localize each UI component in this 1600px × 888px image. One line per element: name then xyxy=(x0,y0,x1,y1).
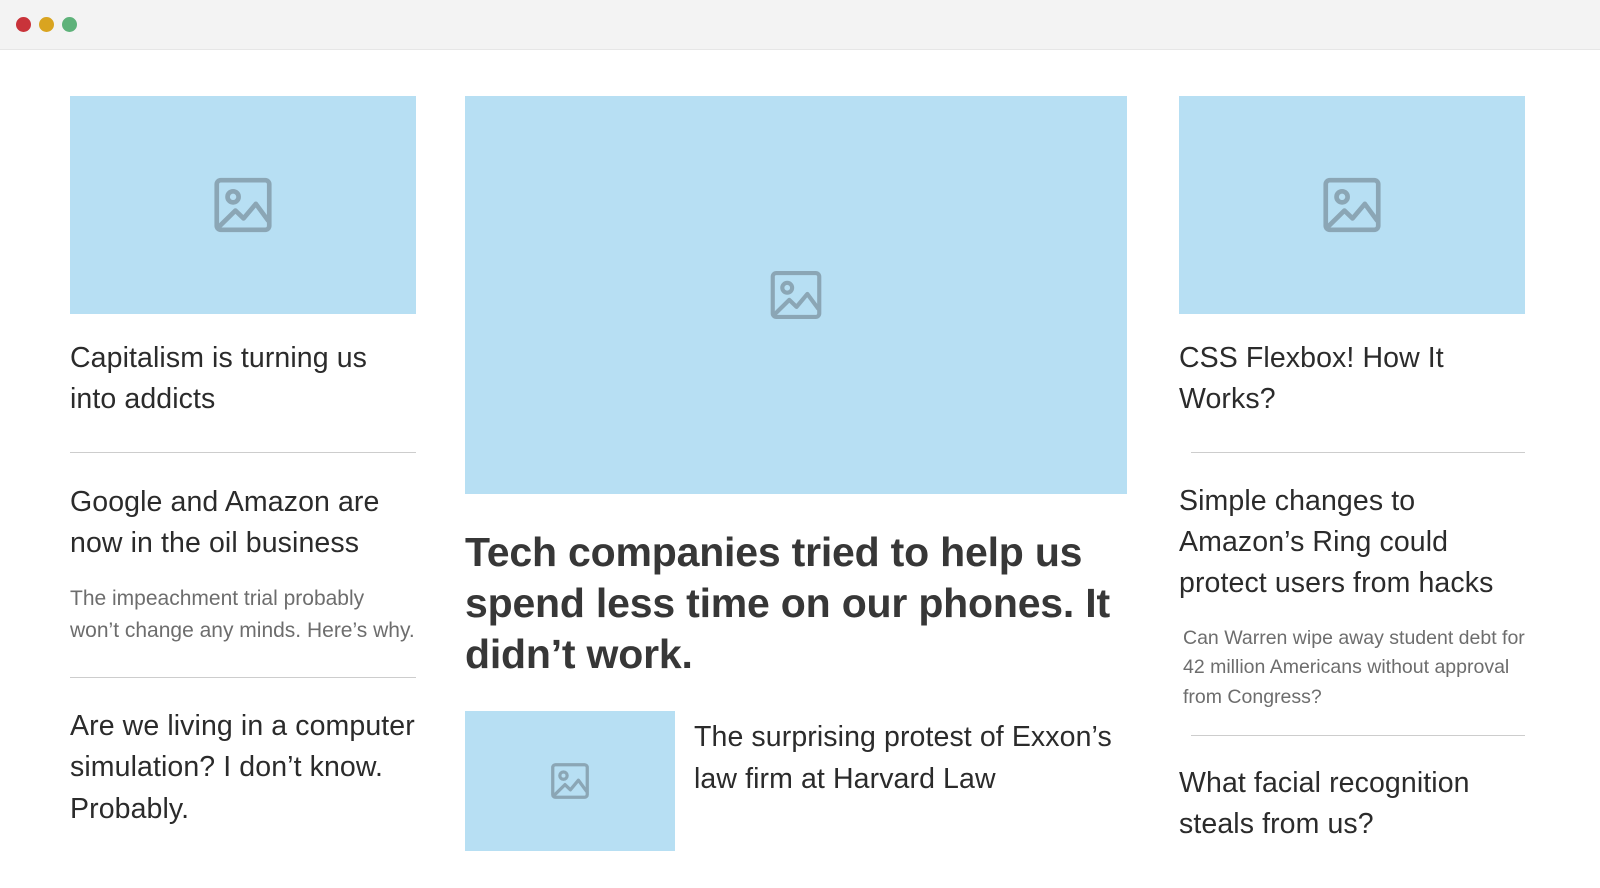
left-article-image[interactable] xyxy=(70,96,416,314)
image-placeholder-icon xyxy=(1317,170,1387,240)
article-subtext: The impeachment trial probably won’t cha… xyxy=(70,587,415,643)
left-article-1[interactable]: Capitalism is turning us into addicts xyxy=(70,338,416,421)
right-article-3[interactable]: What facial recognition steals from us? xyxy=(1179,763,1525,846)
center-article-thumbnail[interactable] xyxy=(465,711,675,852)
article-headline: Simple changes to Amazon’s Ring could pr… xyxy=(1179,484,1494,600)
window-controls xyxy=(16,17,77,32)
right-article-image[interactable] xyxy=(1179,96,1525,314)
image-placeholder-icon xyxy=(547,758,593,804)
hero-headline: Tech companies tried to help us spend le… xyxy=(465,529,1110,677)
right-divider-2 xyxy=(1191,735,1525,737)
article-headline: Google and Amazon are now in the oil bus… xyxy=(70,485,380,559)
maximize-window-button[interactable] xyxy=(62,17,77,32)
right-article-2[interactable]: Simple changes to Amazon’s Ring could pr… xyxy=(1179,481,1525,713)
page-content: Capitalism is turning us into addicts Go… xyxy=(0,51,1600,888)
minimize-window-button[interactable] xyxy=(39,17,54,32)
left-article-3[interactable]: Are we living in a computer simulation? … xyxy=(70,706,416,830)
right-divider-1 xyxy=(1191,451,1525,453)
close-window-button[interactable] xyxy=(16,17,31,32)
hero-article[interactable]: Tech companies tried to help us spend le… xyxy=(465,527,1127,679)
article-headline: The surprising protest of Exxon’s law fi… xyxy=(694,721,1112,795)
left-divider-1 xyxy=(70,451,416,453)
article-headline: Capitalism is turning us into addicts xyxy=(70,342,368,416)
article-subtext: Can Warren wipe away student debt for 42… xyxy=(1183,626,1525,709)
article-headline: Are we living in a computer simulation? … xyxy=(70,710,415,825)
article-headline: What facial recognition steals from us? xyxy=(1179,767,1470,841)
article-grid: Capitalism is turning us into addicts Go… xyxy=(70,96,1530,852)
article-headline: CSS Flexbox! How It Works? xyxy=(1179,342,1444,416)
left-divider-2 xyxy=(70,677,416,679)
hero-article-image[interactable] xyxy=(465,96,1127,494)
left-article-2[interactable]: Google and Amazon are now in the oil bus… xyxy=(70,482,416,647)
browser-chrome xyxy=(0,0,1600,50)
center-column: Tech companies tried to help us spend le… xyxy=(465,96,1127,852)
image-placeholder-icon xyxy=(765,264,827,326)
left-column: Capitalism is turning us into addicts Go… xyxy=(70,96,416,830)
center-article-1[interactable]: The surprising protest of Exxon’s law fi… xyxy=(465,711,1127,852)
right-article-1[interactable]: CSS Flexbox! How It Works? xyxy=(1179,338,1525,421)
image-placeholder-icon xyxy=(208,170,278,240)
right-column: CSS Flexbox! How It Works? Simple change… xyxy=(1179,96,1525,846)
